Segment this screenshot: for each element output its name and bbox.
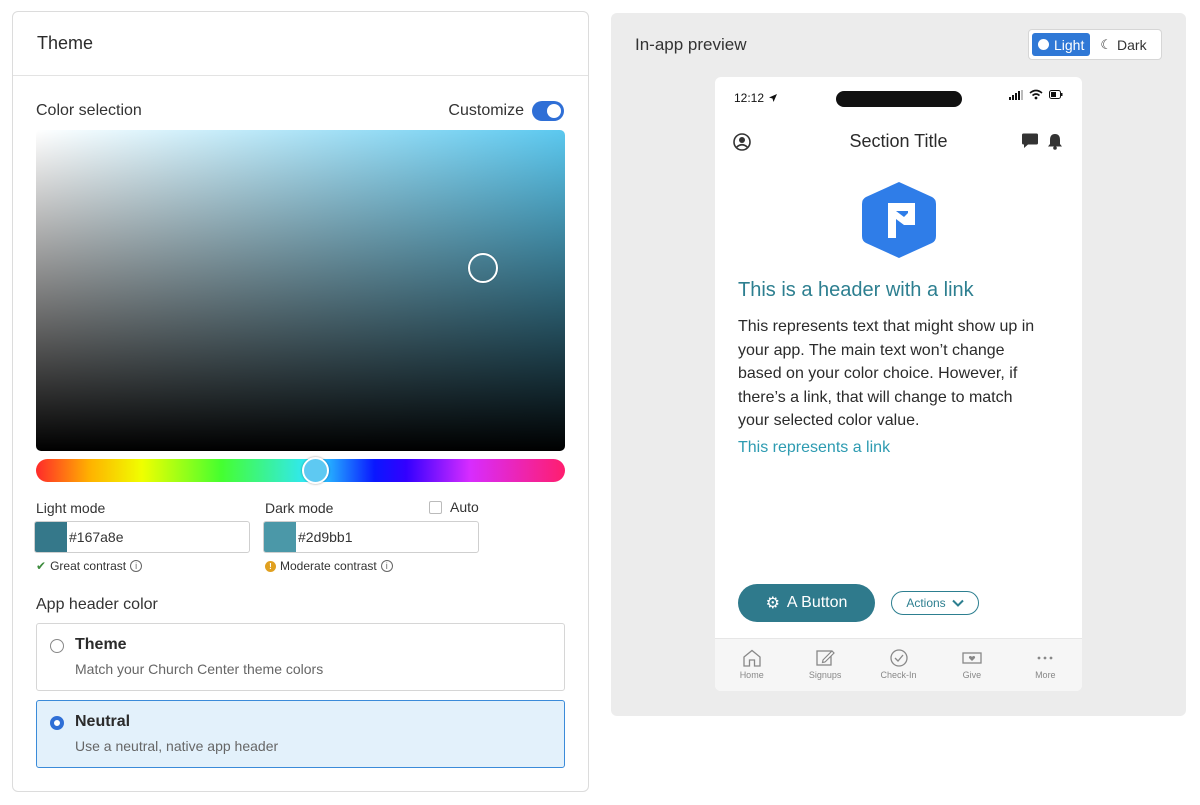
mode-toggle: Light ☾ Dark (1028, 29, 1162, 60)
more-icon (1037, 656, 1053, 660)
app-header-color-title: App header color (36, 596, 158, 613)
check-circle-icon (889, 649, 908, 667)
body-text: This represents text that might show up … (738, 318, 1035, 429)
home-icon (743, 649, 761, 667)
dark-mode-contrast: ! Moderate contrast i (265, 559, 393, 573)
header-option-neutral[interactable]: Neutral Use a neutral, native app header (36, 700, 565, 768)
theme-panel: Theme Color selection Customize Light mo… (12, 11, 589, 792)
gear-icon: ⚙ (765, 595, 780, 612)
light-mode-color-input[interactable]: #167a8e (34, 521, 250, 553)
header-option-theme[interactable]: Theme Match your Church Center theme col… (36, 623, 565, 691)
tab-label: More (1035, 670, 1056, 680)
check-icon: ✔ (36, 559, 47, 573)
battery-icon (1049, 90, 1063, 99)
light-mode-button[interactable]: Light (1032, 33, 1091, 56)
light-mode-label: Light mode (36, 500, 106, 516)
dark-mode-button-label: Dark (1117, 36, 1147, 53)
actions-label: Actions (906, 596, 946, 610)
color-picker-handle[interactable] (468, 253, 498, 283)
church-center-logo (862, 182, 936, 258)
light-mode-button-label: Light (1054, 36, 1085, 53)
option-subtitle: Use a neutral, native app header (75, 738, 279, 754)
theme-panel-title: Theme (13, 12, 588, 76)
customize-label: Customize (448, 102, 524, 119)
chat-icon[interactable] (1021, 133, 1039, 150)
radio-button[interactable] (50, 639, 64, 653)
phone-notch (836, 91, 962, 107)
tab-label: Give (962, 670, 982, 680)
tab-more[interactable]: More (1009, 639, 1082, 691)
dark-mode-color-input[interactable]: #2d9bb1 (263, 521, 479, 553)
dark-mode-button[interactable]: ☾ Dark (1094, 33, 1152, 56)
sun-icon (1038, 39, 1049, 50)
edit-icon (816, 650, 835, 666)
signal-icon (1009, 89, 1023, 100)
wifi-icon (1029, 89, 1043, 100)
option-title: Theme (75, 636, 127, 653)
warning-icon: ! (265, 560, 276, 572)
phone-preview: 12:12 Section Title This is a header wit… (715, 77, 1082, 691)
info-icon[interactable]: i (380, 560, 393, 572)
dark-mode-swatch[interactable] (264, 522, 296, 552)
dark-mode-label: Dark mode (265, 500, 334, 516)
option-title: Neutral (75, 713, 131, 730)
bell-icon[interactable] (1047, 133, 1063, 150)
auto-option[interactable]: Auto (429, 499, 479, 515)
tab-signups[interactable]: Signups (788, 639, 861, 691)
phone-app-header: Section Title (715, 129, 1082, 155)
phone-tab-bar: Home Signups Check-In Give More (715, 638, 1082, 691)
tab-check-in[interactable]: Check-In (862, 639, 935, 691)
header-link[interactable]: This is a header with a link (738, 279, 974, 302)
preview-title: In-app preview (635, 35, 747, 54)
customize-control[interactable]: Customize (448, 101, 564, 121)
preview-panel: In-app preview Light ☾ Dark 12:12 Sectio… (611, 13, 1186, 716)
chevron-down-icon (951, 599, 964, 607)
light-mode-contrast: ✔ Great contrast i (36, 559, 143, 573)
sample-button[interactable]: ⚙ A Button (738, 584, 875, 622)
dark-mode-contrast-text: Moderate contrast (280, 559, 377, 573)
light-mode-swatch[interactable] (35, 522, 67, 552)
option-subtitle: Match your Church Center theme colors (75, 661, 324, 677)
auto-label: Auto (450, 499, 479, 515)
dark-mode-hex-field[interactable]: #2d9bb1 (296, 522, 478, 552)
customize-toggle[interactable] (532, 101, 564, 121)
info-icon[interactable]: i (130, 560, 143, 572)
give-icon (962, 652, 982, 664)
status-time: 12:12 (734, 91, 778, 105)
radio-button[interactable] (50, 716, 64, 730)
tab-label: Check-In (880, 670, 917, 680)
saturation-value-field[interactable] (36, 130, 565, 451)
auto-checkbox[interactable] (429, 500, 442, 514)
sample-link[interactable]: This represents a link (738, 439, 890, 457)
phone-header-actions (1021, 133, 1063, 150)
tab-home[interactable]: Home (715, 639, 788, 691)
moon-icon: ☾ (1100, 36, 1113, 52)
hue-slider[interactable] (36, 459, 565, 482)
status-time-text: 12:12 (734, 91, 765, 105)
color-selection-title: Color selection (36, 102, 142, 119)
light-mode-contrast-text: Great contrast (50, 559, 127, 573)
actions-dropdown[interactable]: Actions (891, 591, 979, 615)
hue-slider-thumb[interactable] (302, 457, 329, 484)
tab-label: Signups (808, 670, 842, 680)
status-icons (1009, 89, 1063, 100)
status-bar: 12:12 (715, 89, 1082, 109)
tab-label: Home (739, 670, 764, 680)
location-arrow-icon (769, 94, 778, 102)
sample-button-label: A Button (786, 594, 848, 611)
tab-give[interactable]: Give (935, 639, 1008, 691)
light-mode-hex-field[interactable]: #167a8e (67, 522, 249, 552)
